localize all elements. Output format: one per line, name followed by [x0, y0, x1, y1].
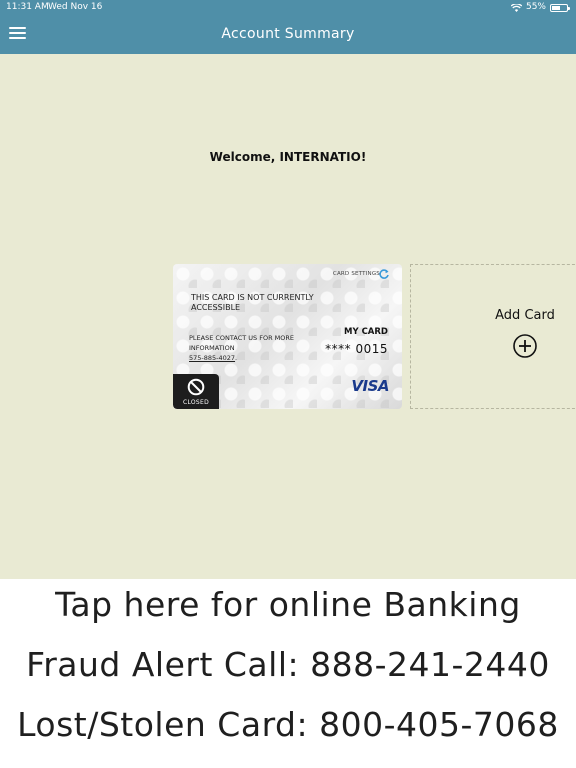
battery-fill: [552, 5, 560, 10]
card-name: MY CARD: [344, 327, 388, 337]
refresh-icon[interactable]: [378, 268, 390, 280]
welcome-message: Welcome, INTERNATIO!: [209, 150, 367, 164]
card-status-text: THIS CARD IS NOT CURRENTLY ACCESSIBLE: [191, 293, 314, 312]
page-title: Account Summary: [221, 26, 355, 42]
nav-bar: Account Summary: [0, 15, 576, 54]
card-number: **** 0015: [325, 342, 388, 356]
online-banking-link[interactable]: Tap here for online Banking: [0, 585, 576, 624]
blocked-icon: [187, 378, 205, 396]
closed-label: CLOSED: [182, 399, 210, 406]
plus-circle-icon[interactable]: [513, 334, 537, 358]
contact-suffix: .: [235, 354, 238, 362]
wifi-icon: [510, 3, 522, 12]
card-tile[interactable]: CARD SETTINGS THIS CARD IS NOT CURRENTLY…: [173, 264, 402, 409]
status-time: 11:31 AM: [6, 2, 49, 12]
visa-logo: VISA: [351, 377, 389, 395]
battery-percent: 55%: [525, 2, 546, 12]
card-settings-link[interactable]: CARD SETTINGS: [333, 271, 380, 277]
contact-phone-link[interactable]: 575-885-4027: [189, 354, 235, 362]
contact-text: PLEASE CONTACT US FOR MORE INFORMATION: [189, 334, 295, 352]
add-card-button[interactable]: Add Card: [410, 264, 576, 409]
add-card-label: Add Card: [495, 308, 555, 323]
lost-stolen-line[interactable]: Lost/Stolen Card: 800-405-7068: [0, 705, 576, 744]
fraud-alert-line[interactable]: Fraud Alert Call: 888-241-2440: [0, 645, 576, 684]
info-banner[interactable]: Tap here for online Banking Fraud Alert …: [0, 579, 576, 768]
status-bar: 11:31 AM Wed Nov 16 55%: [0, 0, 576, 15]
status-right: 55%: [510, 0, 570, 15]
battery-icon: [550, 3, 570, 12]
card-contact-info: PLEASE CONTACT US FOR MORE INFORMATION 5…: [189, 333, 319, 363]
closed-badge: CLOSED: [173, 374, 219, 409]
status-date: Wed Nov 16: [48, 2, 103, 12]
